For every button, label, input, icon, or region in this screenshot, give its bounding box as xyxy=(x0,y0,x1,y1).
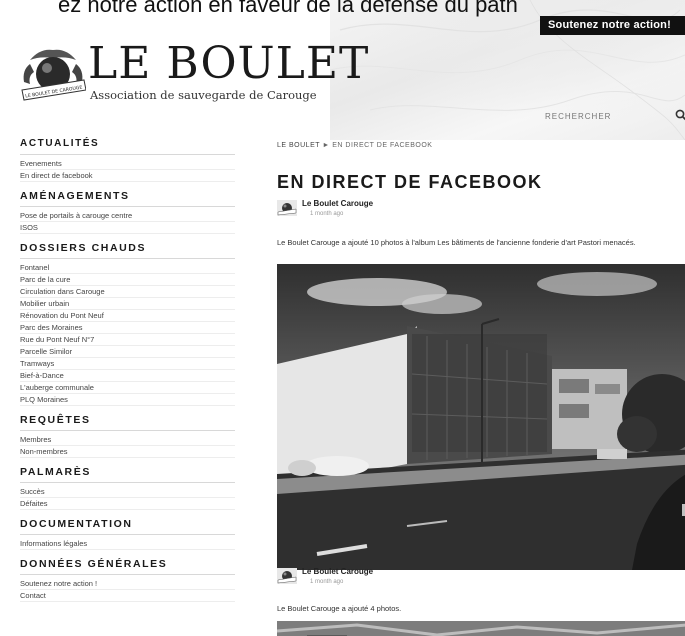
sidebar-item-defaites[interactable]: Défaites xyxy=(20,498,235,510)
post-photo[interactable] xyxy=(277,621,685,636)
sidebar-item-legal[interactable]: Informations légales xyxy=(20,538,235,550)
sidebar-section-documentation: DOCUMENTATION Informations légales xyxy=(20,514,235,550)
sidebar-section-dossiers: DOSSIERS CHAUDS Fontanel Parc de la cure… xyxy=(20,238,235,406)
section-heading: PALMARÈS xyxy=(20,466,91,478)
sidebar-nav: ACTUALITÉS Evenements En direct de faceb… xyxy=(20,134,235,602)
sidebar-item-non-membres[interactable]: Non-membres xyxy=(20,446,235,458)
divider xyxy=(20,206,235,207)
post-photo[interactable] xyxy=(277,264,685,570)
logo-title: LE BOULET xyxy=(88,38,370,89)
search-icon[interactable] xyxy=(675,109,685,121)
sidebar-item-similor[interactable]: Parcelle Similor xyxy=(20,346,235,358)
sidebar-item-auberge[interactable]: L'auberge communale xyxy=(20,382,235,394)
sidebar-item-tramways[interactable]: Tramways xyxy=(20,358,235,370)
sidebar-item-fontanel[interactable]: Fontanel xyxy=(20,262,235,274)
sidebar-item-portails[interactable]: Pose de portails à carouge centre xyxy=(20,210,235,222)
sidebar-item-succes[interactable]: Succès xyxy=(20,486,235,498)
post-text: Le Boulet Carouge a ajouté 10 photos à l… xyxy=(277,238,636,247)
section-heading: DOCUMENTATION xyxy=(20,518,133,530)
divider xyxy=(20,534,235,535)
page-title: EN DIRECT DE FACEBOOK xyxy=(277,172,543,192)
section-heading: AMÉNAGEMENTS xyxy=(20,190,130,202)
post-timestamp: 1 month ago xyxy=(310,211,344,217)
sidebar-item-plq[interactable]: PLQ Moraines xyxy=(20,394,235,406)
sidebar-item-circulation[interactable]: Circulation dans Carouge xyxy=(20,286,235,298)
breadcrumb: LE BOULET ► EN DIRECT DE FACEBOOK xyxy=(277,142,432,149)
support-action-button[interactable]: Soutenez notre action! xyxy=(540,16,685,35)
post-text: Le Boulet Carouge a ajouté 4 photos. xyxy=(277,604,402,613)
sidebar-section-requetes: REQUÊTES Membres Non-membres xyxy=(20,410,235,458)
sidebar-section-donnees: DONNÉES GÉNÉRALES Soutenez notre action … xyxy=(20,554,235,602)
post-author[interactable]: Le Boulet Carouge xyxy=(302,567,373,576)
sidebar-item-pont-neuf[interactable]: Rénovation du Pont Neuf xyxy=(20,310,235,322)
site-logo[interactable]: LE BOULET DE CAROUGE LE BOULET Associati… xyxy=(20,38,368,108)
divider xyxy=(20,574,235,575)
sidebar-item-facebook[interactable]: En direct de facebook xyxy=(20,170,235,182)
section-heading: DONNÉES GÉNÉRALES xyxy=(20,558,168,570)
sidebar-section-amenagements: AMÉNAGEMENTS Pose de portails à carouge … xyxy=(20,186,235,234)
divider xyxy=(20,430,235,431)
sidebar-item-parc-cure[interactable]: Parc de la cure xyxy=(20,274,235,286)
avatar[interactable] xyxy=(277,568,297,584)
sidebar-item-isos[interactable]: ISOS xyxy=(20,222,235,234)
section-heading: DOSSIERS CHAUDS xyxy=(20,242,147,254)
sidebar-item-membres[interactable]: Membres xyxy=(20,434,235,446)
page: ez notre action en faveur de la défense … xyxy=(0,0,685,636)
sidebar-item-rue-pont-neuf[interactable]: Rue du Pont Neuf N°7 xyxy=(20,334,235,346)
section-heading: REQUÊTES xyxy=(20,414,91,426)
breadcrumb-current: EN DIRECT DE FACEBOOK xyxy=(332,142,433,149)
search-input[interactable]: RECHERCHER xyxy=(545,112,611,121)
breadcrumb-home[interactable]: LE BOULET xyxy=(277,142,320,149)
avatar[interactable] xyxy=(277,200,297,216)
sidebar-item-soutenez[interactable]: Soutenez notre action ! xyxy=(20,578,235,590)
boulet-seal-icon: LE BOULET DE CAROUGE xyxy=(21,49,86,101)
sidebar-item-mobilier[interactable]: Mobilier urbain xyxy=(20,298,235,310)
divider xyxy=(20,258,235,259)
divider xyxy=(20,482,235,483)
logo-subtitle: Association de sauvegarde de Carouge xyxy=(90,88,317,102)
sidebar-item-moraines[interactable]: Parc des Moraines xyxy=(20,322,235,334)
map-photo xyxy=(277,621,685,636)
post-author[interactable]: Le Boulet Carouge xyxy=(302,199,373,208)
breadcrumb-separator-icon: ► xyxy=(322,142,330,149)
building-photo xyxy=(277,264,685,570)
sidebar-item-contact[interactable]: Contact xyxy=(20,590,235,602)
section-heading: ACTUALITÉS xyxy=(20,138,100,149)
sidebar-item-bief[interactable]: Bief-à-Dance xyxy=(20,370,235,382)
sidebar-section-palmares: PALMARÈS Succès Défaites xyxy=(20,462,235,510)
sidebar-section-actualites: ACTUALITÉS Evenements En direct de faceb… xyxy=(20,134,235,182)
sidebar-item-evenements[interactable]: Evenements xyxy=(20,158,235,170)
post-timestamp: 1 month ago xyxy=(310,579,344,585)
divider xyxy=(20,154,235,155)
